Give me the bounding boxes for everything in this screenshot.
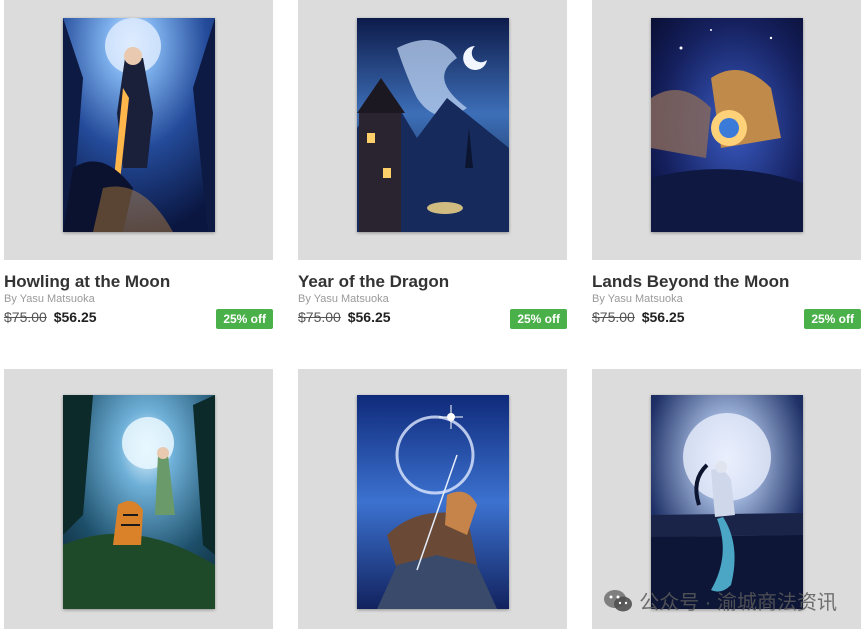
- product-card[interactable]: Year of the Dragon By Yasu Matsuoka $75.…: [298, 0, 567, 329]
- product-artist: By Yasu Matsuoka: [592, 293, 683, 305]
- product-artist: By Yasu Matsuoka: [298, 293, 389, 305]
- original-price: $75.00: [298, 309, 341, 325]
- product-thumbnail[interactable]: [4, 0, 273, 260]
- price-row: $75.00 $56.25: [592, 309, 685, 325]
- artwork-image: [651, 18, 803, 232]
- discount-badge: 25% off: [510, 309, 567, 329]
- watermark: 公众号 · 渝城商法资讯: [603, 586, 837, 615]
- artwork-image: [357, 18, 509, 232]
- original-price: $75.00: [592, 309, 635, 325]
- product-card[interactable]: Howling at the Moon By Yasu Matsuoka $75…: [4, 0, 273, 329]
- discount-badge: 25% off: [804, 309, 861, 329]
- sale-price: $56.25: [347, 309, 391, 325]
- artwork-image: [63, 18, 215, 232]
- product-card[interactable]: [298, 369, 567, 629]
- product-title[interactable]: Year of the Dragon: [298, 272, 449, 292]
- product-artist: By Yasu Matsuoka: [4, 293, 95, 305]
- product-title[interactable]: Lands Beyond the Moon: [592, 272, 789, 292]
- artwork-image: [357, 395, 509, 609]
- product-card[interactable]: [4, 369, 273, 629]
- product-thumbnail[interactable]: [298, 369, 567, 629]
- price-row: $75.00 $56.25: [4, 309, 97, 325]
- product-title[interactable]: Howling at the Moon: [4, 272, 170, 292]
- wechat-icon: [604, 589, 633, 611]
- original-price: $75.00: [4, 309, 47, 325]
- product-thumbnail[interactable]: [592, 0, 861, 260]
- price-row: $75.00 $56.25: [298, 309, 391, 325]
- artwork-image: [63, 395, 215, 609]
- sale-price: $56.25: [53, 309, 97, 325]
- product-grid: Howling at the Moon By Yasu Matsuoka $75…: [0, 0, 865, 633]
- product-card[interactable]: Lands Beyond the Moon By Yasu Matsuoka $…: [592, 0, 861, 329]
- product-thumbnail[interactable]: [4, 369, 273, 629]
- watermark-text: 公众号 · 渝城商法资讯: [639, 592, 837, 614]
- sale-price: $56.25: [641, 309, 685, 325]
- artwork-image: [651, 395, 803, 609]
- product-thumbnail[interactable]: [298, 0, 567, 260]
- discount-badge: 25% off: [216, 309, 273, 329]
